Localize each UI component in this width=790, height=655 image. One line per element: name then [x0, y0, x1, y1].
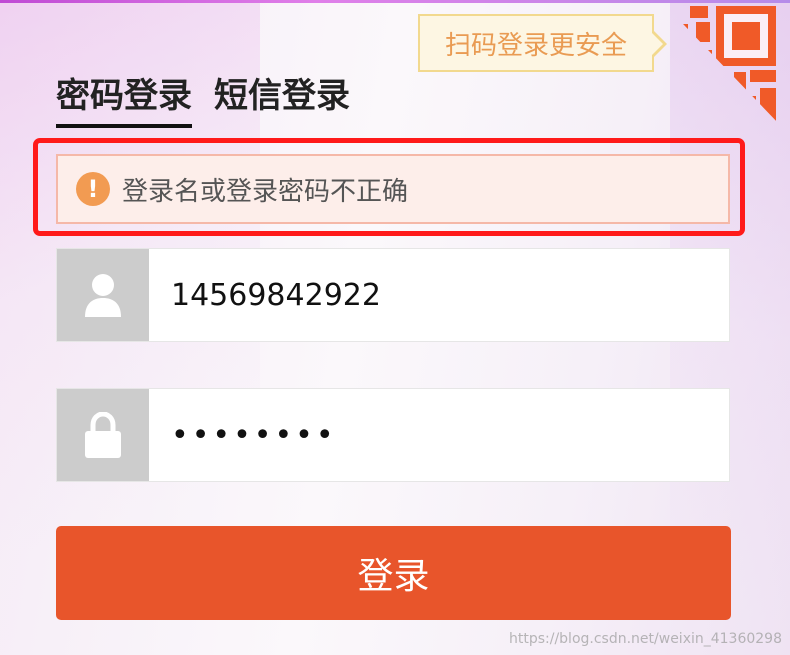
- login-tabs: 密码登录 短信登录: [56, 76, 350, 128]
- password-icon-box: [57, 389, 149, 481]
- username-input[interactable]: 14569842922: [149, 249, 729, 341]
- password-input[interactable]: ••••••••: [149, 389, 729, 481]
- password-row: ••••••••: [56, 388, 730, 482]
- password-masked-value: ••••••••: [171, 417, 337, 453]
- qr-login-tip[interactable]: 扫码登录更安全: [418, 14, 667, 72]
- error-message-box: ! 登录名或登录密码不正确: [56, 154, 730, 224]
- username-icon-box: [57, 249, 149, 341]
- tab-sms-login[interactable]: 短信登录: [214, 76, 350, 128]
- watermark: https://blog.csdn.net/weixin_41360298: [508, 631, 782, 647]
- username-value: 14569842922: [171, 277, 381, 313]
- lock-icon: [85, 412, 121, 458]
- login-submit-button[interactable]: 登录: [56, 526, 731, 620]
- warning-icon: !: [76, 172, 110, 206]
- tab-password-login[interactable]: 密码登录: [56, 76, 192, 128]
- user-icon: [85, 274, 121, 317]
- error-message-text: 登录名或登录密码不正确: [122, 176, 409, 207]
- qr-code-icon[interactable]: [660, 0, 780, 125]
- qr-login-tip-text: 扫码登录更安全: [444, 30, 627, 61]
- username-row: 14569842922: [56, 248, 730, 342]
